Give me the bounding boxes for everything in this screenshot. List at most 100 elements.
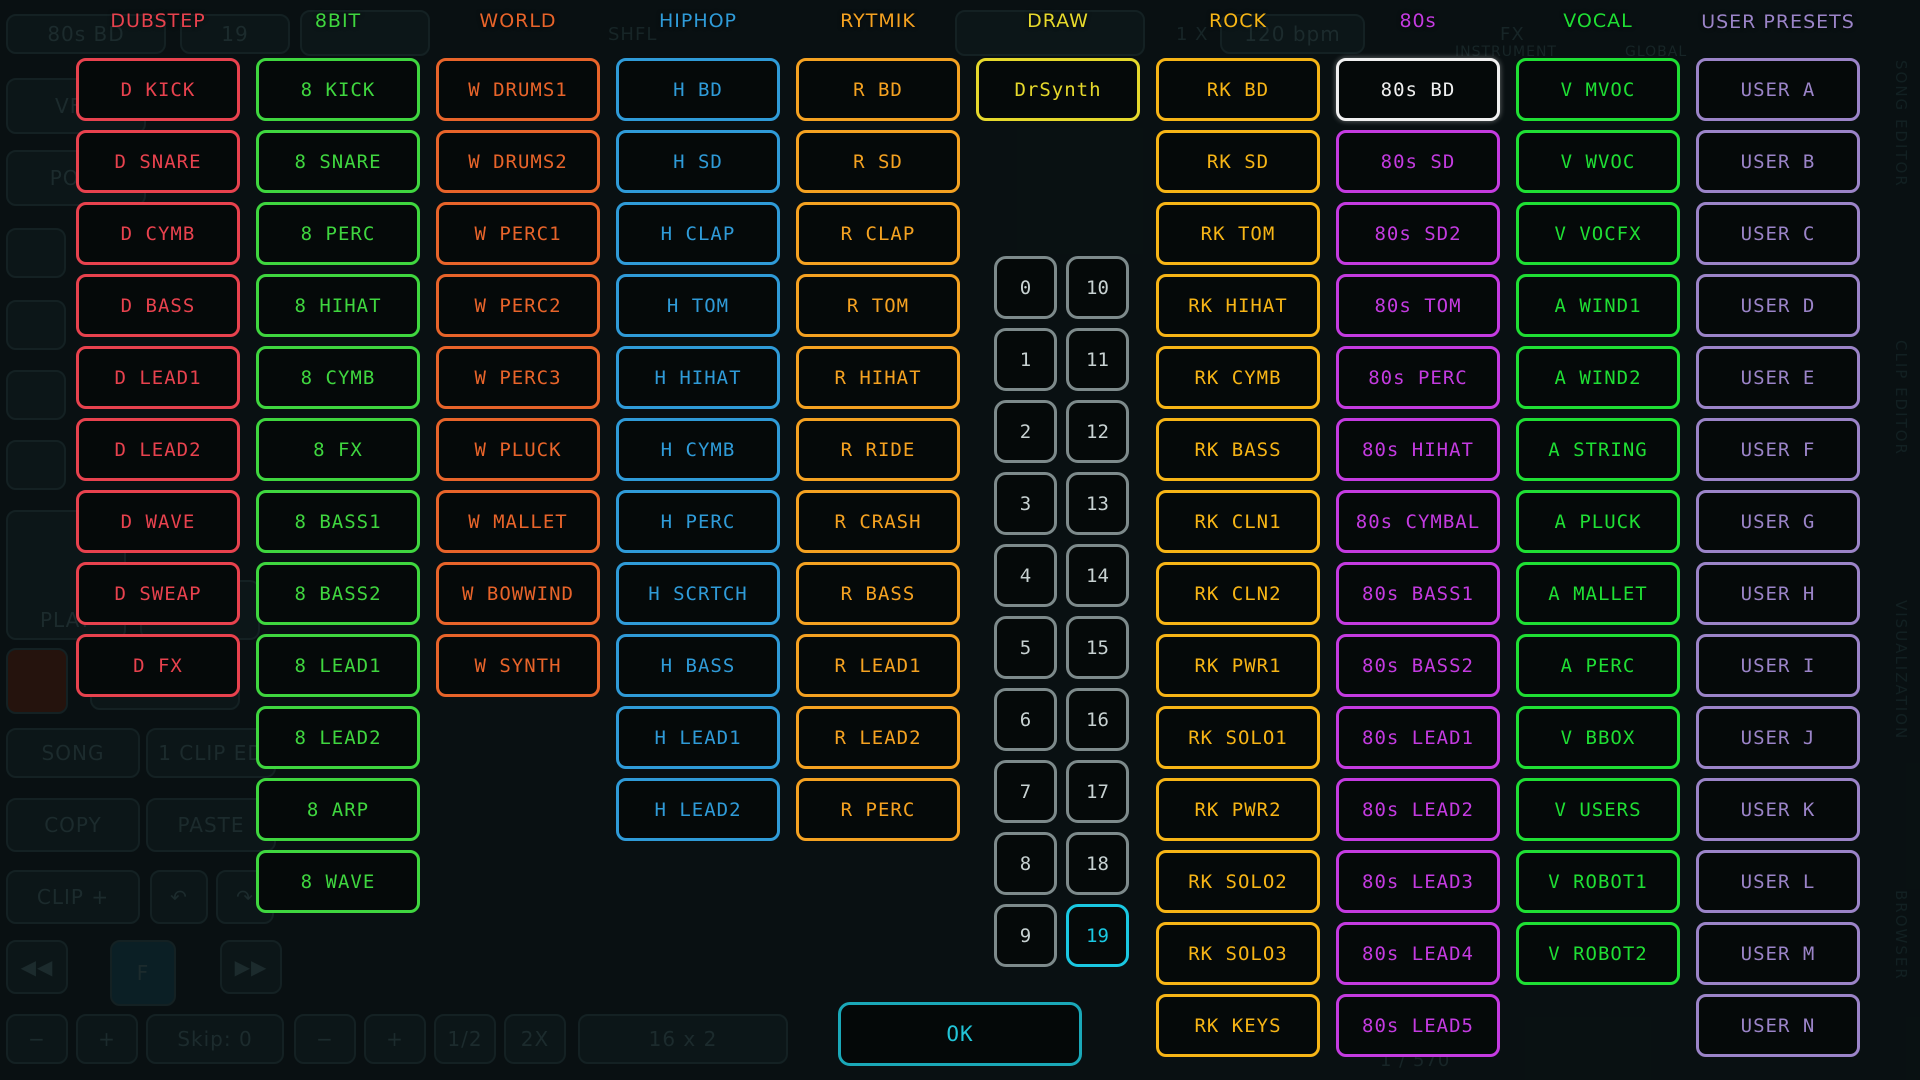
instrument-button-dubstep[interactable]: D CYMB: [76, 202, 240, 265]
instrument-button-vocal[interactable]: A PERC: [1516, 634, 1680, 697]
instrument-button-vocal[interactable]: V BBOX: [1516, 706, 1680, 769]
instrument-button-rytmik[interactable]: R BD: [796, 58, 960, 121]
instrument-button-user[interactable]: USER B: [1696, 130, 1860, 193]
instrument-button-eighties[interactable]: 80s CYMBAL: [1336, 490, 1500, 553]
instrument-button-world[interactable]: W PERC2: [436, 274, 600, 337]
number-button[interactable]: 11: [1066, 328, 1129, 391]
number-button[interactable]: 12: [1066, 400, 1129, 463]
instrument-button-eightbit[interactable]: 8 HIHAT: [256, 274, 420, 337]
instrument-button-world[interactable]: W BOWWIND: [436, 562, 600, 625]
number-button[interactable]: 17: [1066, 760, 1129, 823]
instrument-button-user[interactable]: USER F: [1696, 418, 1860, 481]
number-button[interactable]: 1: [994, 328, 1057, 391]
instrument-button-rock[interactable]: RK CYMB: [1156, 346, 1320, 409]
instrument-button-user[interactable]: USER J: [1696, 706, 1860, 769]
instrument-button-rock[interactable]: RK CLN2: [1156, 562, 1320, 625]
number-button[interactable]: 9: [994, 904, 1057, 967]
instrument-button-dubstep[interactable]: D SWEAP: [76, 562, 240, 625]
instrument-button-user[interactable]: USER M: [1696, 922, 1860, 985]
instrument-button-user[interactable]: USER K: [1696, 778, 1860, 841]
instrument-button-vocal[interactable]: V WVOC: [1516, 130, 1680, 193]
instrument-button-draw[interactable]: DrSynth: [976, 58, 1140, 121]
instrument-button-dubstep[interactable]: D KICK: [76, 58, 240, 121]
instrument-button-user[interactable]: USER L: [1696, 850, 1860, 913]
instrument-button-user[interactable]: USER I: [1696, 634, 1860, 697]
instrument-button-eighties[interactable]: 80s LEAD4: [1336, 922, 1500, 985]
instrument-button-world[interactable]: W PERC1: [436, 202, 600, 265]
instrument-button-world[interactable]: W PERC3: [436, 346, 600, 409]
instrument-button-dubstep[interactable]: D SNARE: [76, 130, 240, 193]
instrument-button-eighties[interactable]: 80s LEAD2: [1336, 778, 1500, 841]
number-button[interactable]: 13: [1066, 472, 1129, 535]
instrument-button-eighties[interactable]: 80s LEAD5: [1336, 994, 1500, 1057]
instrument-button-eightbit[interactable]: 8 WAVE: [256, 850, 420, 913]
instrument-button-hiphop[interactable]: H BASS: [616, 634, 780, 697]
instrument-button-eighties[interactable]: 80s HIHAT: [1336, 418, 1500, 481]
instrument-button-hiphop[interactable]: H BD: [616, 58, 780, 121]
instrument-button-eighties[interactable]: 80s BASS1: [1336, 562, 1500, 625]
instrument-button-eighties[interactable]: 80s SD: [1336, 130, 1500, 193]
instrument-button-eightbit[interactable]: 8 SNARE: [256, 130, 420, 193]
number-button[interactable]: 18: [1066, 832, 1129, 895]
instrument-button-rock[interactable]: RK TOM: [1156, 202, 1320, 265]
instrument-button-rock[interactable]: RK KEYS: [1156, 994, 1320, 1057]
instrument-button-rock[interactable]: RK BASS: [1156, 418, 1320, 481]
instrument-button-hiphop[interactable]: H PERC: [616, 490, 780, 553]
number-button[interactable]: 0: [994, 256, 1057, 319]
instrument-button-eightbit[interactable]: 8 CYMB: [256, 346, 420, 409]
instrument-button-rock[interactable]: RK SOLO3: [1156, 922, 1320, 985]
instrument-button-eightbit[interactable]: 8 FX: [256, 418, 420, 481]
instrument-button-eighties[interactable]: 80s BD: [1336, 58, 1500, 121]
instrument-button-eighties[interactable]: 80s LEAD3: [1336, 850, 1500, 913]
instrument-button-world[interactable]: W DRUMS1: [436, 58, 600, 121]
instrument-button-rock[interactable]: RK PWR2: [1156, 778, 1320, 841]
instrument-button-eightbit[interactable]: 8 BASS2: [256, 562, 420, 625]
instrument-button-dubstep[interactable]: D LEAD2: [76, 418, 240, 481]
number-button[interactable]: 16: [1066, 688, 1129, 751]
number-button[interactable]: 4: [994, 544, 1057, 607]
number-button[interactable]: 19: [1066, 904, 1129, 967]
instrument-button-world[interactable]: W MALLET: [436, 490, 600, 553]
instrument-button-world[interactable]: W DRUMS2: [436, 130, 600, 193]
instrument-button-vocal[interactable]: A WIND1: [1516, 274, 1680, 337]
number-button[interactable]: 3: [994, 472, 1057, 535]
number-button[interactable]: 5: [994, 616, 1057, 679]
instrument-button-dubstep[interactable]: D FX: [76, 634, 240, 697]
number-button[interactable]: 15: [1066, 616, 1129, 679]
instrument-button-hiphop[interactable]: H CYMB: [616, 418, 780, 481]
instrument-button-rytmik[interactable]: R SD: [796, 130, 960, 193]
instrument-button-hiphop[interactable]: H LEAD2: [616, 778, 780, 841]
number-button[interactable]: 10: [1066, 256, 1129, 319]
instrument-button-dubstep[interactable]: D BASS: [76, 274, 240, 337]
instrument-button-vocal[interactable]: V ROBOT2: [1516, 922, 1680, 985]
instrument-button-rock[interactable]: RK HIHAT: [1156, 274, 1320, 337]
instrument-button-rytmik[interactable]: R BASS: [796, 562, 960, 625]
instrument-button-eightbit[interactable]: 8 LEAD2: [256, 706, 420, 769]
instrument-button-vocal[interactable]: V ROBOT1: [1516, 850, 1680, 913]
instrument-button-rytmik[interactable]: R CLAP: [796, 202, 960, 265]
instrument-button-user[interactable]: USER C: [1696, 202, 1860, 265]
instrument-button-user[interactable]: USER N: [1696, 994, 1860, 1057]
instrument-button-vocal[interactable]: A MALLET: [1516, 562, 1680, 625]
instrument-button-rock[interactable]: RK SOLO2: [1156, 850, 1320, 913]
instrument-button-rytmik[interactable]: R HIHAT: [796, 346, 960, 409]
instrument-button-rytmik[interactable]: R TOM: [796, 274, 960, 337]
instrument-button-eighties[interactable]: 80s PERC: [1336, 346, 1500, 409]
instrument-button-vocal[interactable]: V MVOC: [1516, 58, 1680, 121]
instrument-button-world[interactable]: W SYNTH: [436, 634, 600, 697]
instrument-button-eightbit[interactable]: 8 BASS1: [256, 490, 420, 553]
number-button[interactable]: 7: [994, 760, 1057, 823]
instrument-button-eightbit[interactable]: 8 ARP: [256, 778, 420, 841]
instrument-button-rock[interactable]: RK PWR1: [1156, 634, 1320, 697]
instrument-button-rytmik[interactable]: R RIDE: [796, 418, 960, 481]
instrument-button-dubstep[interactable]: D WAVE: [76, 490, 240, 553]
number-button[interactable]: 6: [994, 688, 1057, 751]
instrument-button-hiphop[interactable]: H SD: [616, 130, 780, 193]
ok-button[interactable]: OK: [838, 1002, 1082, 1066]
instrument-button-eighties[interactable]: 80s SD2: [1336, 202, 1500, 265]
instrument-button-rytmik[interactable]: R LEAD2: [796, 706, 960, 769]
instrument-button-rytmik[interactable]: R LEAD1: [796, 634, 960, 697]
instrument-button-rock[interactable]: RK CLN1: [1156, 490, 1320, 553]
instrument-button-rytmik[interactable]: R CRASH: [796, 490, 960, 553]
instrument-button-user[interactable]: USER E: [1696, 346, 1860, 409]
